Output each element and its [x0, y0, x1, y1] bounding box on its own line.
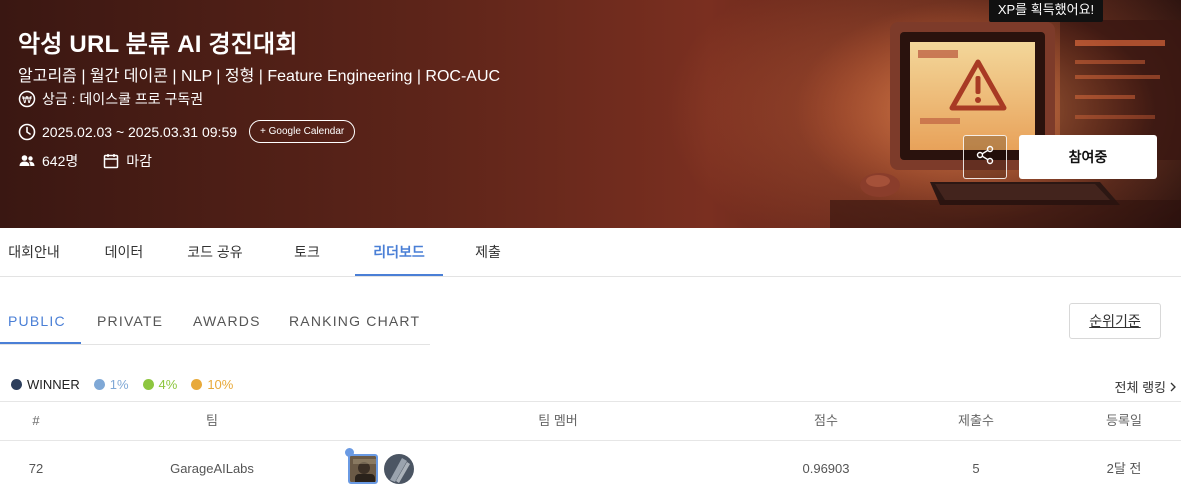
header-score: 점수	[814, 413, 838, 428]
stats-row: 642명 마감	[18, 151, 152, 171]
chevron-right-icon	[1169, 382, 1177, 392]
legend-winner: WINNER	[11, 377, 80, 392]
legend-dot	[142, 379, 154, 390]
header-registered: 등록일	[1106, 413, 1142, 428]
subtab-ranking-chart[interactable]: RANKING CHART	[289, 298, 420, 344]
legend-top-1: 1%	[93, 377, 129, 392]
period-text: 2025.02.03 ~ 2025.03.31 09:59	[42, 123, 238, 140]
tab-talk[interactable]: 토크	[283, 228, 331, 276]
all-ranking-label: 전체 랭킹	[1114, 380, 1166, 395]
competition-title: 악성 URL 분류 AI 경진대회	[18, 31, 298, 58]
people-icon	[18, 152, 36, 170]
legend-dot	[191, 379, 203, 390]
clock-icon	[18, 123, 36, 141]
header-members: 팀 멤버	[538, 413, 578, 428]
share-icon	[974, 144, 996, 171]
tab-submit[interactable]: 제출	[464, 228, 512, 276]
period-row: 2025.02.03 ~ 2025.03.31 09:59 + Google C…	[18, 120, 356, 143]
subtab-awards[interactable]: AWARDS	[193, 298, 261, 344]
table-header: # 팀 팀 멤버 점수 제출수 등록일	[0, 401, 1181, 441]
competition-status: 마감	[126, 153, 153, 169]
row-rank: 72	[28, 461, 44, 476]
google-calendar-button[interactable]: + Google Calendar	[249, 120, 356, 143]
share-button[interactable]	[963, 135, 1007, 179]
svg-text:₩: ₩	[22, 95, 32, 106]
competition-hero-banner: 악성 URL 분류 AI 경진대회 알고리즘 | 월간 데이콘 | NLP | …	[0, 0, 1181, 228]
rank-criteria-button[interactable]: 순위기준	[1069, 303, 1161, 339]
row-team-name[interactable]: GarageAILabs	[150, 441, 274, 497]
legend-dot	[93, 379, 105, 390]
legend-dot	[11, 379, 22, 390]
header-rank: #	[32, 413, 40, 428]
table-row[interactable]: 72 GarageAILabs 0.96903 5 2달 전	[0, 441, 1181, 497]
leaderboard-subtabs: PUBLIC PRIVATE AWARDS RANKING CHART	[0, 298, 430, 345]
row-score: 0.96903	[802, 461, 850, 476]
tab-overview[interactable]: 대회안내	[0, 228, 68, 276]
avatar[interactable]	[348, 454, 378, 484]
legend-top-4: 4%	[142, 377, 177, 392]
join-button[interactable]: 참여중	[1019, 135, 1157, 179]
header-submissions: 제출수	[958, 413, 994, 428]
all-ranking-link[interactable]: 전체 랭킹	[1115, 377, 1177, 396]
tab-leaderboard[interactable]: 리더보드	[355, 228, 443, 276]
team-members	[348, 454, 420, 484]
xp-tooltip: XP를 획득했어요!	[989, 0, 1103, 22]
prize-text: 상금 : 데이스쿨 프로 구독권	[42, 91, 204, 107]
subtab-public[interactable]: PUBLIC	[0, 298, 81, 344]
row-registered: 2달 전	[1106, 461, 1142, 476]
competition-tabs: 대회안내 데이터 코드 공유 토크 리더보드 제출	[0, 228, 1181, 277]
won-coin-icon: ₩	[18, 90, 36, 108]
subtab-private[interactable]: PRIVATE	[97, 298, 163, 344]
header-team: 팀	[206, 413, 218, 428]
row-submissions: 5	[972, 461, 980, 476]
calendar-icon	[102, 152, 120, 170]
avatar[interactable]	[384, 454, 414, 484]
leaderboard-table: # 팀 팀 멤버 점수 제출수 등록일 72 GarageAILabs 0.96…	[0, 401, 1181, 497]
tab-data[interactable]: 데이터	[96, 228, 152, 276]
legend-top-10: 10%	[191, 377, 233, 392]
participants-count: 642명	[42, 153, 79, 169]
competition-tags: 알고리즘 | 월간 데이콘 | NLP | 정형 | Feature Engin…	[18, 68, 501, 85]
rank-legend: WINNER 1% 4% 10%	[11, 377, 247, 392]
tab-code-share[interactable]: 코드 공유	[176, 228, 254, 276]
prize-row: ₩ 상금 : 데이스쿨 프로 구독권	[18, 89, 203, 109]
